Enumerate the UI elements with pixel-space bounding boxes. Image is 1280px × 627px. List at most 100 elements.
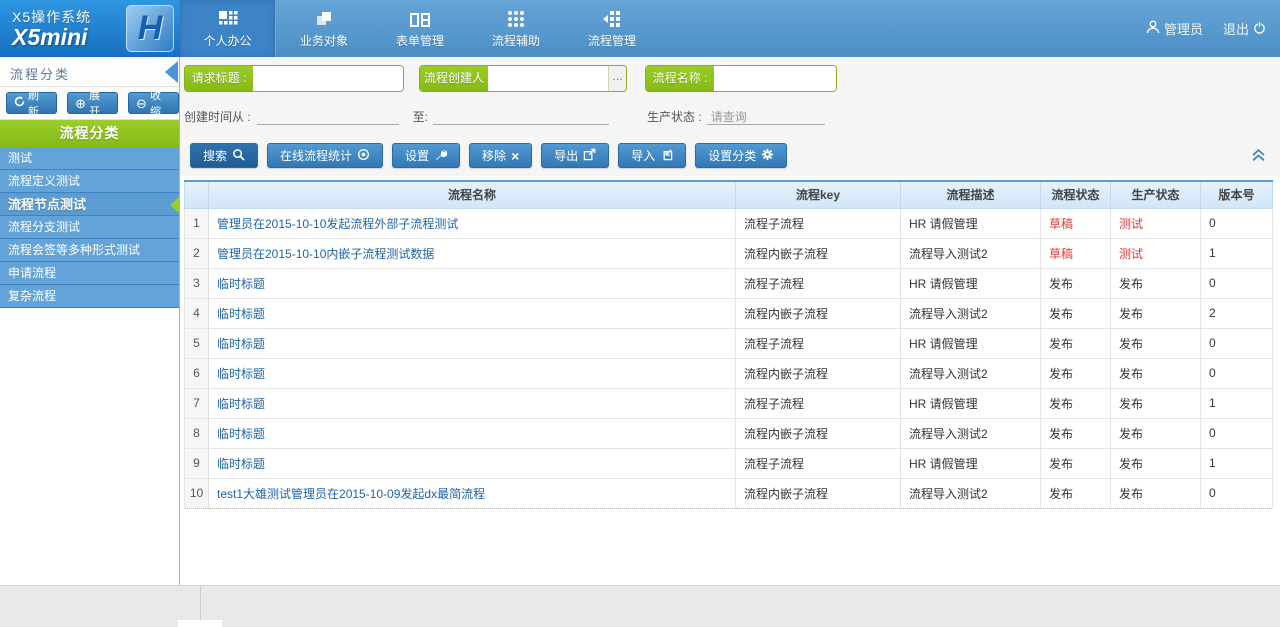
tab-label: 流程管理: [588, 32, 636, 49]
process-desc-cell: HR 请假管理: [901, 448, 1041, 478]
prod-status-cell: 发布: [1111, 388, 1201, 418]
process-name-link[interactable]: test1大雄测试管理员在2015-10-09发起dx最简流程: [217, 487, 485, 501]
process-name-link[interactable]: 临时标题: [217, 457, 265, 471]
panel-collapse-chevron-icon[interactable]: [1251, 149, 1266, 165]
sidebar-toolbar: 刷新 ⊕ 展开 ⊖ 收缩: [0, 87, 179, 120]
sidebar-item-process-node-test[interactable]: 流程节点测试: [0, 193, 179, 216]
version-cell: 2: [1201, 298, 1273, 328]
search-button[interactable]: 搜索: [190, 143, 258, 168]
expand-button[interactable]: ⊕ 展开: [67, 92, 118, 114]
gear-icon: [761, 148, 774, 164]
col-header-version[interactable]: 版本号: [1201, 181, 1273, 208]
process-status-cell: 发布: [1041, 268, 1111, 298]
refresh-button[interactable]: 刷新: [6, 92, 57, 114]
import-button[interactable]: 导入: [618, 143, 686, 168]
col-header-process-desc[interactable]: 流程描述: [901, 181, 1041, 208]
request-title-input[interactable]: [253, 66, 403, 91]
table-row[interactable]: 9 临时标题 流程子流程 HR 请假管理 发布 发布 1: [185, 448, 1273, 478]
version-cell: 0: [1201, 208, 1273, 238]
col-header-rownum: [185, 181, 209, 208]
table-row[interactable]: 4 临时标题 流程内嵌子流程 流程导入测试2 发布 发布 2: [185, 298, 1273, 328]
version-cell: 0: [1201, 268, 1273, 298]
table-row[interactable]: 10 test1大雄测试管理员在2015-10-09发起dx最简流程 流程内嵌子…: [185, 478, 1273, 508]
sidebar-item-process-branch-test[interactable]: 流程分支测试: [0, 216, 179, 239]
table-header-row: 流程名称 流程key 流程描述 流程状态 生产状态 版本号: [185, 181, 1273, 208]
process-name-cell: 临时标题: [209, 358, 736, 388]
process-desc-cell: HR 请假管理: [901, 388, 1041, 418]
process-name-link[interactable]: 临时标题: [217, 337, 265, 351]
export-button[interactable]: 导出: [541, 143, 609, 168]
tab-process-management[interactable]: 流程管理: [564, 0, 660, 57]
creator-input[interactable]: [488, 66, 608, 91]
creator-picker-button[interactable]: …: [608, 66, 626, 91]
col-header-process-name[interactable]: 流程名称: [209, 181, 736, 208]
sidebar-item-process-definition-test[interactable]: 流程定义测试: [0, 170, 179, 193]
table-row[interactable]: 2 管理员在2015-10-10内嵌子流程测试数据 流程内嵌子流程 流程导入测试…: [185, 238, 1273, 268]
sidebar-item-countersign-test[interactable]: 流程会签等多种形式测试: [0, 239, 179, 262]
creator-field-group: 流程创建人 …: [419, 65, 627, 92]
process-key-cell: 流程内嵌子流程: [736, 238, 901, 268]
settings-button[interactable]: 设置: [392, 143, 460, 168]
process-name-input[interactable]: [714, 66, 836, 91]
panel-collapse-arrow-icon[interactable]: [165, 61, 178, 83]
created-to-input[interactable]: [433, 108, 609, 125]
set-category-button[interactable]: 设置分类: [695, 143, 787, 168]
tab-form-management[interactable]: 表单管理: [372, 0, 468, 57]
process-name-link[interactable]: 临时标题: [217, 277, 265, 291]
refresh-icon: [14, 96, 25, 110]
online-process-stats-button[interactable]: 在线流程统计: [267, 143, 383, 168]
table-row[interactable]: 3 临时标题 流程子流程 HR 请假管理 发布 发布 0: [185, 268, 1273, 298]
row-number: 1: [185, 208, 209, 238]
row-number: 8: [185, 418, 209, 448]
process-table: 流程名称 流程key 流程描述 流程状态 生产状态 版本号 1 管理员在2015…: [184, 180, 1273, 509]
process-status-cell: 草稿: [1041, 238, 1111, 268]
sidebar-item-test[interactable]: 测试: [0, 147, 179, 170]
process-name-link[interactable]: 临时标题: [217, 397, 265, 411]
table-row[interactable]: 7 临时标题 流程子流程 HR 请假管理 发布 发布 1: [185, 388, 1273, 418]
table-row[interactable]: 1 管理员在2015-10-10发起流程外部子流程测试 流程子流程 HR 请假管…: [185, 208, 1273, 238]
col-header-prod-status[interactable]: 生产状态: [1111, 181, 1201, 208]
process-name-cell: 临时标题: [209, 388, 736, 418]
search-icon: [232, 148, 245, 164]
remove-button[interactable]: 移除 ×: [469, 143, 532, 168]
close-icon: ×: [511, 149, 519, 163]
process-desc-cell: 流程导入测试2: [901, 298, 1041, 328]
created-from-label: 创建时间从 :: [184, 108, 251, 125]
logout-button[interactable]: 退出: [1223, 19, 1266, 38]
user-menu[interactable]: 管理员: [1146, 19, 1203, 38]
prod-status-cell: 发布: [1111, 358, 1201, 388]
tab-business-object[interactable]: 业务对象: [276, 0, 372, 57]
footer-band: [0, 585, 1280, 627]
process-name-link[interactable]: 临时标题: [217, 307, 265, 321]
created-from-input[interactable]: [257, 108, 399, 125]
wrench-icon: [434, 148, 447, 164]
process-name-link[interactable]: 临时标题: [217, 367, 265, 381]
prod-status-cell: 发布: [1111, 328, 1201, 358]
table-row[interactable]: 6 临时标题 流程内嵌子流程 流程导入测试2 发布 发布 0: [185, 358, 1273, 388]
prod-status-input[interactable]: 请查询: [707, 108, 825, 125]
col-header-process-status[interactable]: 流程状态: [1041, 181, 1111, 208]
sidebar-item-apply-process[interactable]: 申请流程: [0, 262, 179, 285]
user-name: 管理员: [1164, 19, 1203, 38]
tab-process-assist[interactable]: 流程辅助: [468, 0, 564, 57]
version-cell: 0: [1201, 478, 1273, 508]
sidebar-item-complex-process[interactable]: 复杂流程: [0, 285, 179, 308]
target-icon: [357, 148, 370, 164]
row-number: 2: [185, 238, 209, 268]
table-row[interactable]: 8 临时标题 流程内嵌子流程 流程导入测试2 发布 发布 0: [185, 418, 1273, 448]
collapse-button[interactable]: ⊖ 收缩: [128, 92, 179, 114]
table-row[interactable]: 5 临时标题 流程子流程 HR 请假管理 发布 发布 0: [185, 328, 1273, 358]
logout-label: 退出: [1223, 19, 1249, 38]
version-cell: 0: [1201, 328, 1273, 358]
col-header-process-key[interactable]: 流程key: [736, 181, 901, 208]
process-status-cell: 发布: [1041, 448, 1111, 478]
process-name-link[interactable]: 管理员在2015-10-10发起流程外部子流程测试: [217, 217, 458, 231]
process-name-field-group: 流程名称 :: [645, 65, 837, 92]
process-name-link[interactable]: 管理员在2015-10-10内嵌子流程测试数据: [217, 247, 434, 261]
process-key-cell: 流程内嵌子流程: [736, 478, 901, 508]
category-list: 测试 流程定义测试 流程节点测试 流程分支测试 流程会签等多种形式测试 申请流程…: [0, 147, 179, 308]
tab-personal-office[interactable]: 个人办公: [180, 0, 276, 57]
user-icon: [1146, 20, 1160, 37]
process-name-link[interactable]: 临时标题: [217, 427, 265, 441]
process-name-cell: 临时标题: [209, 328, 736, 358]
